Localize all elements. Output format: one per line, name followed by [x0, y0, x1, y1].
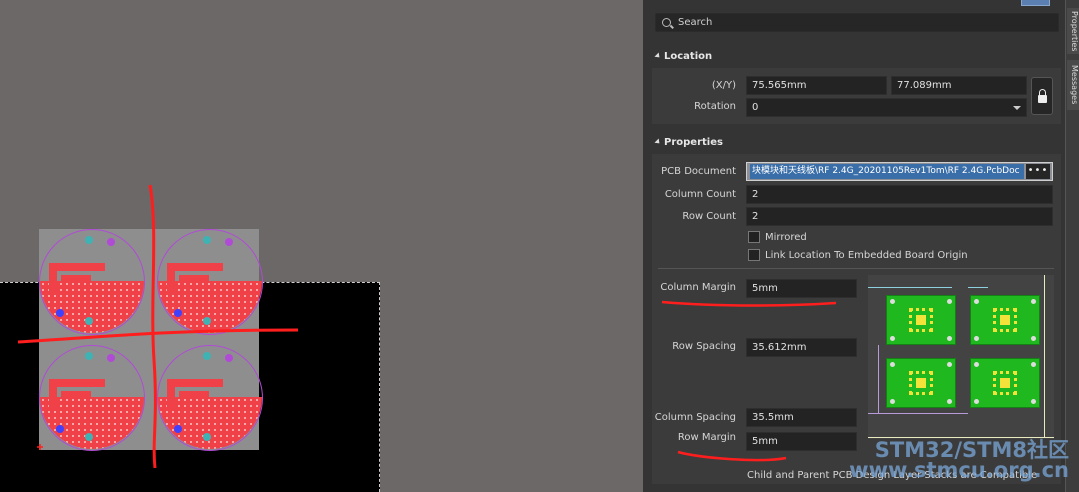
- rotation-select[interactable]: 0: [746, 98, 1027, 117]
- chevron-down-icon: [1013, 106, 1021, 110]
- mirrored-checkbox[interactable]: [748, 231, 760, 243]
- row-spacing-label: Row Spacing: [672, 341, 736, 352]
- lock-button[interactable]: [1031, 77, 1053, 115]
- browse-button[interactable]: •••: [1026, 164, 1050, 179]
- section-divider: [658, 268, 1054, 269]
- properties-section-header[interactable]: Properties: [654, 137, 723, 151]
- annotation-strokes: [17, 184, 299, 469]
- column-count-label: Column Count: [664, 189, 736, 200]
- column-spacing-field[interactable]: 35.5mm: [746, 408, 857, 427]
- row-count-field[interactable]: 2: [746, 207, 1053, 226]
- link-location-label: Link Location To Embedded Board Origin: [765, 250, 968, 261]
- xy-label: (X/Y): [711, 80, 736, 91]
- pcb-document-field[interactable]: 块模块和天线板\RF 2.4G_20201105Rev1Tom\RF 2.4G.…: [746, 162, 1053, 181]
- collapse-triangle-icon: [654, 138, 662, 146]
- x-field[interactable]: 75.565mm: [746, 76, 887, 95]
- tab-messages[interactable]: Messages: [1067, 60, 1079, 110]
- y-field[interactable]: 77.089mm: [891, 76, 1027, 95]
- search-placeholder: Search: [678, 17, 713, 28]
- pcb-canvas[interactable]: [0, 0, 643, 492]
- mirrored-label: Mirrored: [765, 232, 807, 243]
- row-margin-label: Row Margin: [677, 432, 736, 443]
- watermark-line2: www.stmcu.org.cn: [849, 458, 1069, 482]
- tab-properties[interactable]: Properties: [1067, 8, 1079, 54]
- mini-board-image: [886, 358, 956, 408]
- row-count-label: Row Count: [682, 211, 736, 222]
- panelize-diagram: [868, 275, 1054, 439]
- collapse-triangle-icon: [654, 52, 662, 60]
- link-location-checkbox[interactable]: [748, 249, 760, 261]
- mini-board-image: [970, 358, 1040, 408]
- side-tab-strip: Properties Messages: [1065, 0, 1079, 492]
- column-margin-label: Column Margin: [660, 282, 736, 293]
- pcb-document-label: PCB Document: [661, 166, 736, 177]
- search-icon: [662, 18, 671, 27]
- column-spacing-label: Column Spacing: [654, 412, 736, 423]
- row-spacing-field[interactable]: 35.612mm: [746, 338, 857, 357]
- location-section-header[interactable]: Location: [654, 51, 712, 65]
- pcb-document-value: 块模块和天线板\RF 2.4G_20201105Rev1Tom\RF 2.4G.…: [750, 164, 1024, 179]
- mini-board-image: [886, 295, 956, 345]
- rotation-label: Rotation: [694, 101, 736, 112]
- column-margin-field[interactable]: 5mm: [746, 279, 857, 298]
- search-input[interactable]: Search: [655, 13, 1059, 32]
- row-margin-field[interactable]: 5mm: [746, 432, 857, 451]
- mini-board-image: [970, 295, 1040, 345]
- column-count-field[interactable]: 2: [746, 185, 1053, 204]
- panel-top-button[interactable]: [1021, 0, 1050, 6]
